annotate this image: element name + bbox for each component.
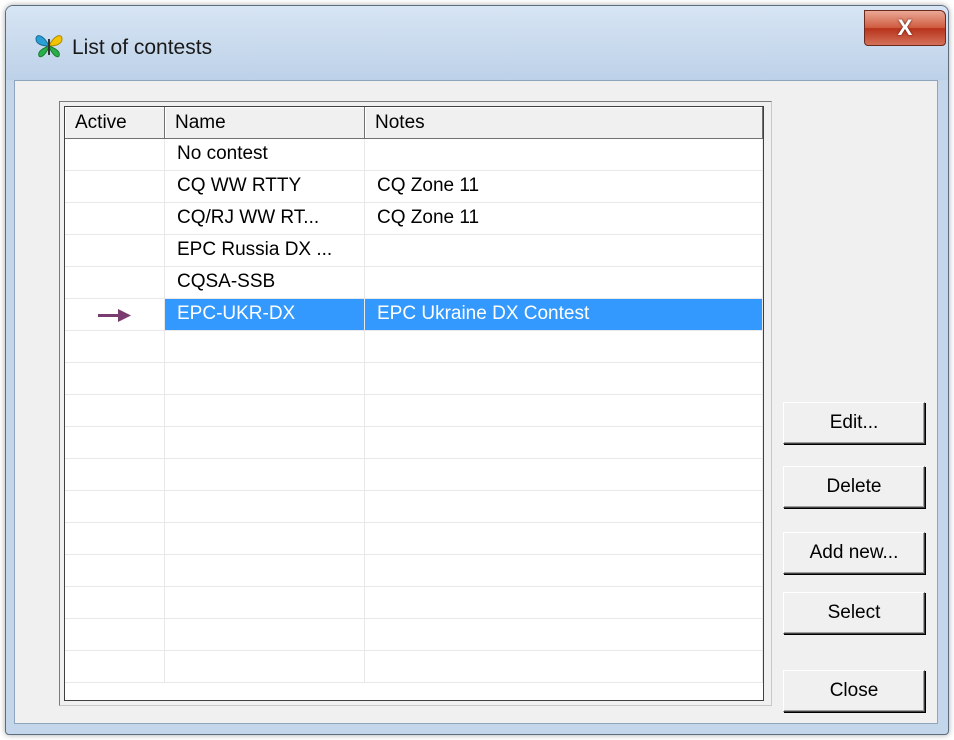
- cell-active: [65, 331, 165, 362]
- cell-active: [65, 459, 165, 490]
- select-button[interactable]: Select: [783, 592, 925, 634]
- edit-button[interactable]: Edit...: [783, 402, 925, 444]
- cell-name: [165, 555, 365, 586]
- cell-notes: [365, 491, 763, 522]
- cell-notes: [365, 427, 763, 458]
- close-button[interactable]: Close: [783, 670, 925, 712]
- cell-notes: [365, 587, 763, 618]
- cell-active: [65, 395, 165, 426]
- cell-name: [165, 331, 365, 362]
- cell-name: CQ WW RTTY: [165, 171, 365, 202]
- cell-notes: CQ Zone 11: [365, 171, 763, 202]
- cell-active: [65, 523, 165, 554]
- empty-table-row[interactable]: [65, 651, 763, 683]
- cell-notes: [365, 267, 763, 298]
- cell-active: [65, 299, 165, 330]
- add-new-button[interactable]: Add new...: [783, 532, 925, 574]
- empty-table-row[interactable]: [65, 491, 763, 523]
- cell-name: [165, 395, 365, 426]
- cell-name: EPC-UKR-DX: [165, 299, 365, 330]
- cell-active: [65, 651, 165, 682]
- cell-active: [65, 139, 165, 170]
- contests-table-frame: Active Name Notes No contest CQ WW RTTY CQ…: [59, 101, 772, 706]
- table-header: Active Name Notes: [65, 107, 763, 139]
- dialog-window: List of contests X Active Name Notes No …: [5, 5, 949, 735]
- cell-active: [65, 267, 165, 298]
- empty-table-row[interactable]: [65, 427, 763, 459]
- cell-active: [65, 235, 165, 266]
- cell-active: [65, 619, 165, 650]
- cell-notes: [365, 619, 763, 650]
- cell-name: [165, 619, 365, 650]
- cell-name: [165, 491, 365, 522]
- right-arrow-icon: [97, 308, 131, 322]
- cell-name: [165, 587, 365, 618]
- cell-active: [65, 587, 165, 618]
- cell-active: [65, 363, 165, 394]
- column-header-name[interactable]: Name: [165, 107, 365, 139]
- cell-notes: [365, 651, 763, 682]
- table-row[interactable]: CQ WW RTTY CQ Zone 11: [65, 171, 763, 203]
- butterfly-icon: [35, 35, 63, 58]
- empty-table-row[interactable]: [65, 587, 763, 619]
- title-bar[interactable]: List of contests X: [6, 6, 948, 80]
- table-row[interactable]: CQ/RJ WW RT... CQ Zone 11: [65, 203, 763, 235]
- cell-notes: [365, 523, 763, 554]
- column-header-notes[interactable]: Notes: [365, 107, 763, 139]
- close-window-button[interactable]: X: [864, 10, 946, 46]
- cell-name: CQSA-SSB: [165, 267, 365, 298]
- empty-table-row[interactable]: [65, 331, 763, 363]
- table-row[interactable]: No contest: [65, 139, 763, 171]
- table-row[interactable]: EPC Russia DX ...: [65, 235, 763, 267]
- cell-active: [65, 555, 165, 586]
- table-row[interactable]: EPC-UKR-DX EPC Ukraine DX Contest: [65, 299, 763, 331]
- table-body: No contest CQ WW RTTY CQ Zone 11 CQ/RJ WW R…: [65, 139, 763, 683]
- cell-name: [165, 363, 365, 394]
- cell-notes: EPC Ukraine DX Contest: [365, 299, 763, 330]
- empty-table-row[interactable]: [65, 619, 763, 651]
- empty-table-row[interactable]: [65, 395, 763, 427]
- dialog-client-area: Active Name Notes No contest CQ WW RTTY CQ…: [14, 80, 938, 724]
- cell-active: [65, 203, 165, 234]
- cell-name: No contest: [165, 139, 365, 170]
- cell-active: [65, 427, 165, 458]
- cell-active: [65, 491, 165, 522]
- cell-name: CQ/RJ WW RT...: [165, 203, 365, 234]
- column-header-active[interactable]: Active: [65, 107, 165, 139]
- contests-table[interactable]: Active Name Notes No contest CQ WW RTTY CQ…: [64, 106, 764, 701]
- cell-notes: [365, 331, 763, 362]
- cell-name: EPC Russia DX ...: [165, 235, 365, 266]
- empty-table-row[interactable]: [65, 555, 763, 587]
- cell-notes: [365, 395, 763, 426]
- delete-button[interactable]: Delete: [783, 466, 925, 508]
- empty-table-row[interactable]: [65, 363, 763, 395]
- table-row[interactable]: CQSA-SSB: [65, 267, 763, 299]
- cell-name: [165, 459, 365, 490]
- cell-notes: [365, 555, 763, 586]
- cell-notes: [365, 459, 763, 490]
- cell-name: [165, 523, 365, 554]
- cell-name: [165, 427, 365, 458]
- cell-notes: [365, 235, 763, 266]
- cell-notes: [365, 363, 763, 394]
- close-icon: X: [897, 15, 913, 40]
- empty-table-row[interactable]: [65, 459, 763, 491]
- cell-notes: [365, 139, 763, 170]
- empty-table-row[interactable]: [65, 523, 763, 555]
- cell-notes: CQ Zone 11: [365, 203, 763, 234]
- window-title: List of contests: [72, 36, 213, 59]
- cell-name: [165, 651, 365, 682]
- cell-active: [65, 171, 165, 202]
